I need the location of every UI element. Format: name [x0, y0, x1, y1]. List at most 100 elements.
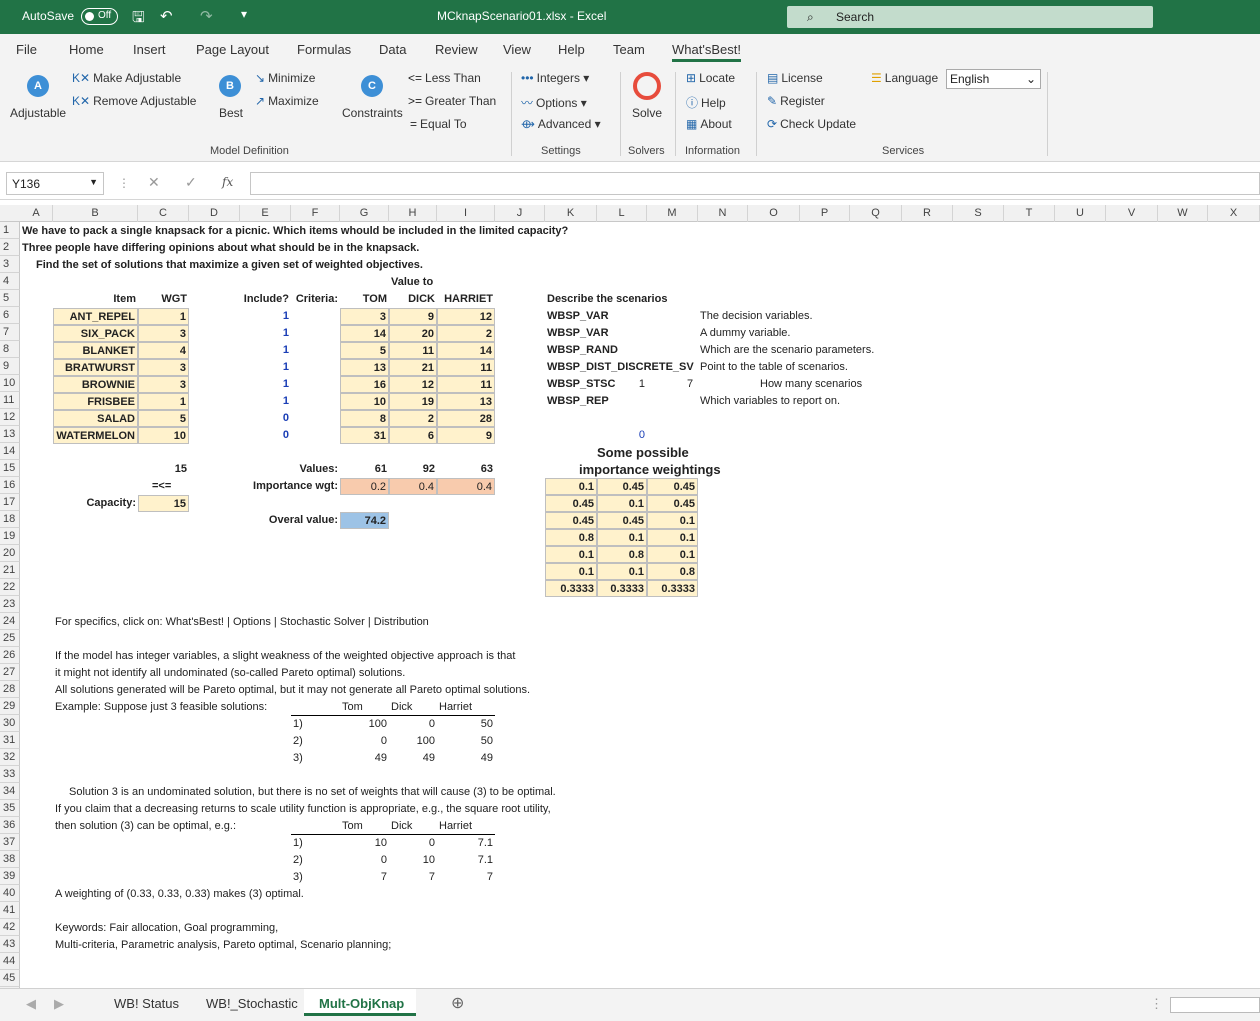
item-wgt[interactable]: 3 [138, 359, 189, 376]
weighting-value[interactable]: 0.1 [545, 546, 597, 563]
row-header[interactable]: 2 [0, 239, 20, 256]
row-header[interactable]: 38 [0, 851, 20, 868]
example-header-line[interactable] [291, 818, 340, 835]
importance-label[interactable]: Importance wgt: [240, 478, 340, 495]
value-tom[interactable]: 14 [340, 325, 389, 342]
example-value[interactable]: 50 [437, 733, 495, 750]
example-value[interactable]: 0 [389, 835, 437, 852]
value-tom[interactable]: 31 [340, 427, 389, 444]
weighting-value[interactable]: 0.45 [647, 478, 698, 495]
scenario-note[interactable]: Point to the table of scenarios. [698, 359, 898, 376]
example-value[interactable]: 100 [389, 733, 437, 750]
row-header[interactable]: 45 [0, 970, 20, 987]
row-header[interactable]: 34 [0, 783, 20, 800]
example-value[interactable]: 50 [437, 716, 495, 733]
value-tom[interactable]: 13 [340, 359, 389, 376]
weighting-value[interactable]: 0.1 [647, 529, 698, 546]
search-box[interactable]: ⌕ Search [787, 6, 1153, 28]
row-header[interactable]: 9 [0, 358, 20, 375]
save-icon[interactable]: 🖫 [132, 7, 145, 32]
item-wgt[interactable]: 4 [138, 342, 189, 359]
row-header[interactable]: 19 [0, 528, 20, 545]
value-dick[interactable]: 12 [389, 376, 437, 393]
language-select[interactable]: English ⌄ [946, 69, 1041, 89]
row-header[interactable]: 27 [0, 664, 20, 681]
weighting-value[interactable]: 0.8 [597, 546, 647, 563]
example-value[interactable]: 0 [340, 852, 389, 869]
example-value[interactable]: 7 [437, 869, 495, 886]
item-wgt[interactable]: 1 [138, 393, 189, 410]
overall-label[interactable]: Overal value: [240, 512, 340, 529]
row-header[interactable]: 8 [0, 341, 20, 358]
header-tom[interactable]: TOM [340, 291, 389, 308]
weighting-value[interactable]: 0.1 [545, 478, 597, 495]
le-sign[interactable]: =<= [138, 478, 189, 495]
example-header[interactable]: Dick [389, 699, 437, 716]
example-label[interactable]: 2) [291, 733, 340, 750]
criteria-value[interactable]: 63 [437, 461, 495, 478]
scenario-title[interactable]: Describe the scenarios [545, 291, 695, 308]
row-header[interactable]: 44 [0, 953, 20, 970]
note-line[interactable]: If you claim that a decreasing returns t… [53, 801, 953, 818]
tab-team[interactable]: Team [613, 42, 645, 57]
values-label[interactable]: Values: [291, 461, 340, 478]
value-dick[interactable]: 9 [389, 308, 437, 325]
row-header[interactable]: 7 [0, 324, 20, 341]
capacity-label[interactable]: Capacity: [53, 495, 138, 512]
weighting-value[interactable]: 0.1 [545, 563, 597, 580]
header-dick[interactable]: DICK [389, 291, 437, 308]
example-header[interactable]: Harriet [437, 699, 495, 716]
license-button[interactable]: ▤ License [767, 71, 823, 85]
column-header[interactable]: W [1158, 205, 1208, 222]
note-line[interactable]: Example: Suppose just 3 feasible solutio… [53, 699, 953, 716]
locate-button[interactable]: ⊞ Locate [686, 71, 735, 85]
autosave-toggle[interactable]: Off [81, 8, 118, 25]
tab-view[interactable]: View [503, 42, 531, 57]
value-dick[interactable]: 20 [389, 325, 437, 342]
scenario-key[interactable]: WBSP_RAND [545, 342, 695, 359]
weighting-value[interactable]: 0.1 [597, 529, 647, 546]
intro-line[interactable]: We have to pack a single knapsack for a … [20, 223, 1020, 240]
weighting-value[interactable]: 0.45 [597, 478, 647, 495]
sheet-tab-wb-status[interactable]: WB! Status [114, 996, 179, 1011]
formula-input[interactable] [250, 172, 1260, 195]
weighting-value[interactable]: 0.45 [647, 495, 698, 512]
row-header[interactable]: 3 [0, 256, 20, 273]
value-to-label[interactable]: Value to [389, 274, 437, 291]
row-header[interactable]: 30 [0, 715, 20, 732]
total-wgt[interactable]: 15 [138, 461, 189, 478]
row-header[interactable]: 14 [0, 443, 20, 460]
row-header[interactable]: 32 [0, 749, 20, 766]
row-header[interactable]: 20 [0, 545, 20, 562]
note-line[interactable]: For specifics, click on: What'sBest! | O… [53, 614, 953, 631]
example-value[interactable]: 10 [340, 835, 389, 852]
value-harriet[interactable]: 28 [437, 410, 495, 427]
row-header[interactable]: 23 [0, 596, 20, 613]
example-label[interactable]: 3) [291, 750, 340, 767]
column-header[interactable]: N [698, 205, 748, 222]
row-header[interactable]: 26 [0, 647, 20, 664]
weighting-value[interactable]: 0.1 [647, 546, 698, 563]
row-header[interactable]: 29 [0, 698, 20, 715]
criteria-value[interactable]: 61 [340, 461, 389, 478]
row-header[interactable]: 36 [0, 817, 20, 834]
value-harriet[interactable]: 11 [437, 376, 495, 393]
example-value[interactable]: 0 [340, 733, 389, 750]
item-wgt[interactable]: 1 [138, 308, 189, 325]
row-header[interactable]: 43 [0, 936, 20, 953]
column-header[interactable]: P [800, 205, 850, 222]
scenario-note[interactable]: The decision variables. [698, 308, 898, 325]
solve-button[interactable]: Solve [632, 106, 662, 120]
row-header[interactable]: 6 [0, 307, 20, 324]
value-dick[interactable]: 21 [389, 359, 437, 376]
item-include[interactable]: 0 [240, 427, 291, 444]
row-header[interactable]: 5 [0, 290, 20, 307]
scenario-zero[interactable]: 0 [597, 427, 647, 444]
value-harriet[interactable]: 9 [437, 427, 495, 444]
item-wgt[interactable]: 5 [138, 410, 189, 427]
row-header[interactable]: 22 [0, 579, 20, 596]
row-header[interactable]: 31 [0, 732, 20, 749]
less-than-button[interactable]: <= Less Than [408, 71, 481, 85]
value-tom[interactable]: 5 [340, 342, 389, 359]
prev-sheet-icon[interactable]: ◀ [26, 996, 36, 1012]
